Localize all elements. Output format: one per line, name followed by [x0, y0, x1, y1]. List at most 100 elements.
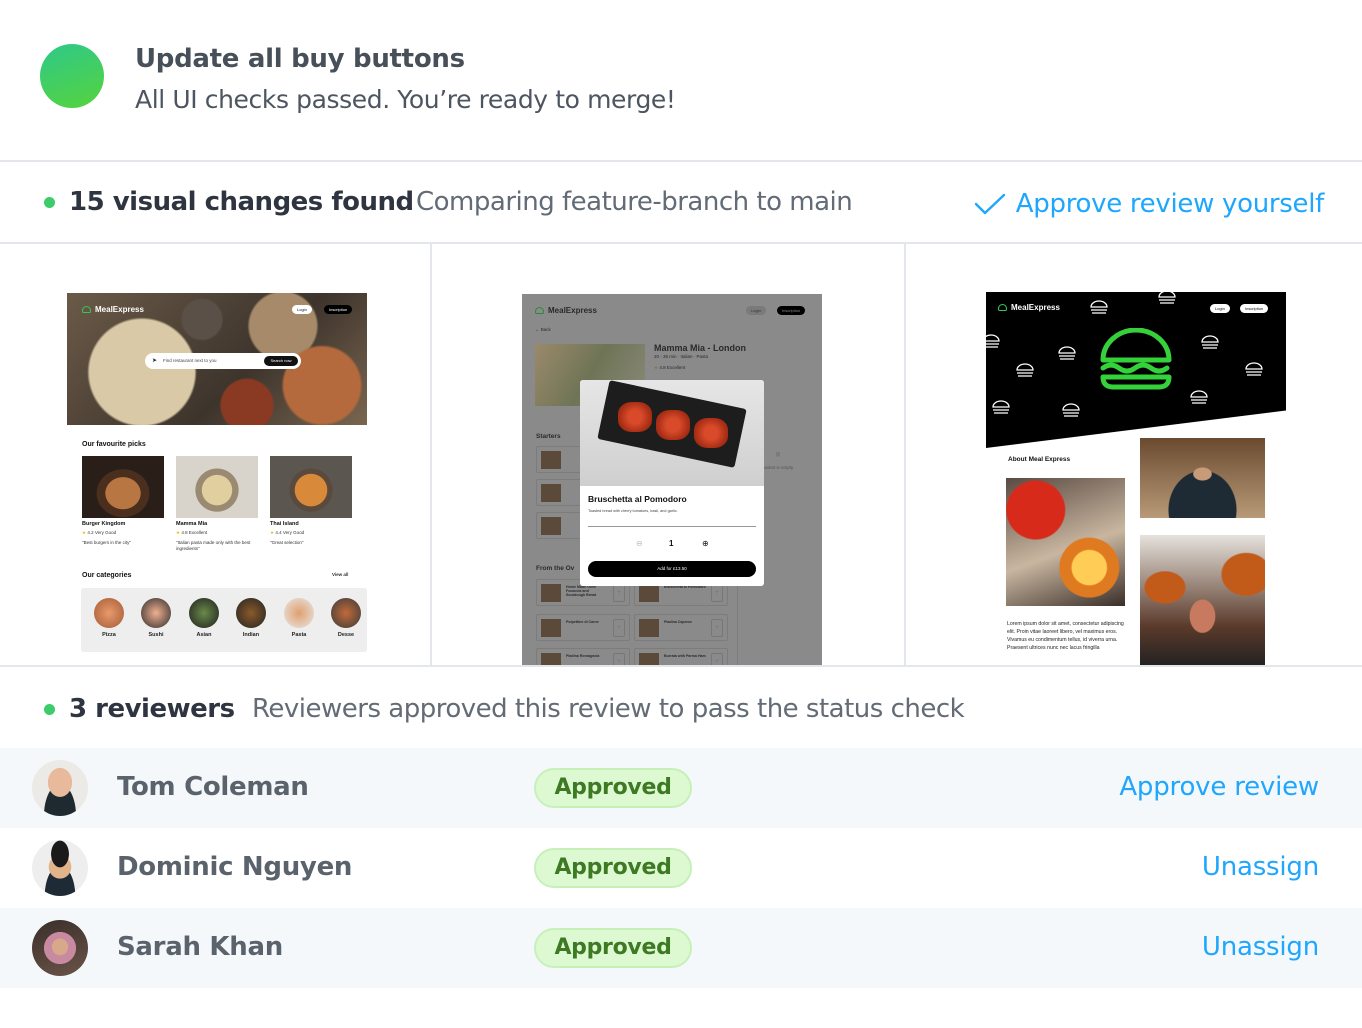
- star-icon: ★: [270, 530, 275, 535]
- panel-divider: [430, 244, 432, 666]
- unassign-link[interactable]: Unassign: [1202, 932, 1319, 962]
- category-sushi[interactable]: Sushi: [141, 598, 171, 638]
- reviewer-name: Tom Coleman: [117, 772, 309, 802]
- category-image: [141, 598, 171, 628]
- menu-item-image: [541, 517, 561, 535]
- burger-pattern-icon: [1158, 292, 1176, 304]
- back-link[interactable]: ← Back: [535, 327, 551, 333]
- burger-pattern-icon: [986, 334, 1000, 348]
- decrement-icon[interactable]: ⊖: [636, 539, 643, 548]
- category-label: Indian: [242, 632, 260, 638]
- panel-divider: [904, 244, 906, 666]
- about-text: Lorem ipsum dolor sit amet, consectetur …: [1007, 621, 1124, 651]
- snapshot-home-page[interactable]: MealExpress Login Inscription ➤ Find res…: [67, 293, 367, 666]
- menu-item-image: [541, 584, 561, 602]
- unassign-link[interactable]: Unassign: [1202, 852, 1319, 882]
- bruschetta-image: [580, 380, 764, 486]
- divider: [588, 526, 756, 527]
- brand-logo: MealExpress: [535, 306, 597, 315]
- reviewer-name: Sarah Khan: [117, 932, 283, 962]
- pick-image-pasta: [176, 456, 258, 518]
- snapshot-about-page[interactable]: MealExpress Login Inscription About Meal…: [986, 292, 1286, 666]
- reviewer-row: Sarah Khan Approved Unassign: [0, 908, 1362, 988]
- review-header: Update all buy buttons All UI checks pas…: [0, 0, 1362, 160]
- bruschetta-piece: [618, 402, 652, 432]
- signup-button[interactable]: Inscription: [1240, 304, 1269, 313]
- pick-image-burger: [82, 456, 164, 518]
- big-burger-icon: [1100, 328, 1172, 390]
- view-all-link[interactable]: View all: [332, 572, 348, 578]
- menu-item-name: Piadina Caprese: [664, 620, 692, 624]
- category-pizza[interactable]: Pizza: [94, 598, 124, 638]
- brand-logo: MealExpress: [998, 303, 1060, 312]
- reviewer-row: Dominic Nguyen Approved Unassign: [0, 828, 1362, 908]
- chef-cooking-photo: [1140, 535, 1265, 666]
- menu-item-card[interactable]: Polpettine di Carne +: [536, 614, 630, 641]
- basket-empty-text: basket is empty: [762, 465, 794, 470]
- basket-icon: ⛓: [775, 452, 781, 457]
- category-asian[interactable]: Asian: [189, 598, 219, 638]
- bruschetta-piece: [656, 410, 690, 440]
- status-success-icon: [40, 44, 104, 108]
- modal-item-description: Toasted bread with cherry tomatoes, basi…: [588, 509, 678, 513]
- burger-pattern-icon: [1090, 300, 1108, 314]
- menu-item-card[interactable]: Burrata with Parma Ham +: [634, 648, 728, 666]
- add-item-button[interactable]: +: [711, 619, 723, 637]
- signup-button[interactable]: Inscription: [324, 305, 353, 314]
- brand-name: MealExpress: [1011, 303, 1060, 312]
- category-label: Desse: [337, 632, 355, 638]
- burger-pattern-icon: [1190, 390, 1208, 404]
- login-button[interactable]: Login: [292, 305, 312, 314]
- pick-rating: ★ 4.8 Excellent: [176, 530, 207, 536]
- add-item-button[interactable]: +: [613, 619, 625, 637]
- avatar: [32, 760, 88, 816]
- review-status-message: All UI checks passed. You’re ready to me…: [135, 85, 676, 114]
- search-placeholder: Find restaurant next to you: [163, 358, 217, 363]
- checkmark-icon: [974, 193, 1005, 215]
- menu-item-card[interactable]: Piadina Caprese +: [634, 614, 728, 641]
- menu-item-image: [541, 451, 561, 469]
- restaurant-rating: ★ 4.8 Excellent: [654, 365, 685, 371]
- menu-item-card[interactable]: Piadina Romagnola +: [536, 648, 630, 666]
- search-now-button[interactable]: Search now: [264, 356, 298, 366]
- menu-item-image: [639, 584, 659, 602]
- starters-heading: Starters: [536, 433, 561, 440]
- avatar: [32, 840, 88, 896]
- category-label: Pasta: [291, 632, 307, 638]
- category-indian[interactable]: Indian: [236, 598, 266, 638]
- category-image: [236, 598, 266, 628]
- category-pasta[interactable]: Pasta: [284, 598, 314, 638]
- reviewers-description: Reviewers approved this review to pass t…: [252, 694, 965, 724]
- star-icon: ★: [654, 365, 659, 370]
- restaurant-search-box[interactable]: ➤ Find restaurant next to you Search now: [145, 353, 301, 369]
- about-heading: About Meal Express: [1008, 456, 1071, 463]
- snapshot-restaurant-page[interactable]: MealExpress Login Inscription ← Back Mam…: [522, 294, 822, 666]
- quantity-value: 1: [669, 539, 674, 548]
- status-dot-icon: [44, 197, 55, 208]
- add-to-basket-button[interactable]: Add for £13.50: [588, 561, 756, 577]
- reviewers-summary-bar: 3 reviewers Reviewers approved this revi…: [0, 667, 1362, 748]
- menu-item-name: Piadina Romagnola: [566, 654, 600, 658]
- approve-review-yourself-button[interactable]: Approve review yourself: [974, 189, 1324, 219]
- category-image: [284, 598, 314, 628]
- burger-pattern-icon: [1062, 403, 1080, 417]
- categories-heading: Our categories: [82, 572, 132, 579]
- add-item-button[interactable]: +: [613, 584, 625, 602]
- category-dessert[interactable]: Desse: [331, 598, 361, 638]
- reviewers-count: 3 reviewers: [69, 694, 235, 724]
- chef-flambe-photo: [1006, 478, 1125, 606]
- add-item-button[interactable]: +: [711, 584, 723, 602]
- pick-rating-text: 4.2 Very Good: [87, 530, 117, 535]
- menu-item-image: [541, 619, 561, 637]
- approve-review-link[interactable]: Approve review: [1119, 772, 1319, 802]
- menu-item-modal: Bruschetta al Pomodoro Toasted bread wit…: [580, 380, 764, 586]
- pick-image-thai: [270, 456, 352, 518]
- changes-summary-bar: 15 visual changes found Comparing featur…: [0, 162, 1362, 242]
- signup-button[interactable]: Inscription: [777, 306, 806, 315]
- approve-review-yourself-label: Approve review yourself: [1015, 189, 1325, 219]
- changes-count: 15 visual changes found: [69, 187, 414, 217]
- increment-icon[interactable]: ⊕: [702, 539, 709, 548]
- pick-rating: ★ 4.4 Very Good: [270, 530, 304, 536]
- login-button[interactable]: Login: [746, 306, 766, 315]
- login-button[interactable]: Login: [1210, 304, 1230, 313]
